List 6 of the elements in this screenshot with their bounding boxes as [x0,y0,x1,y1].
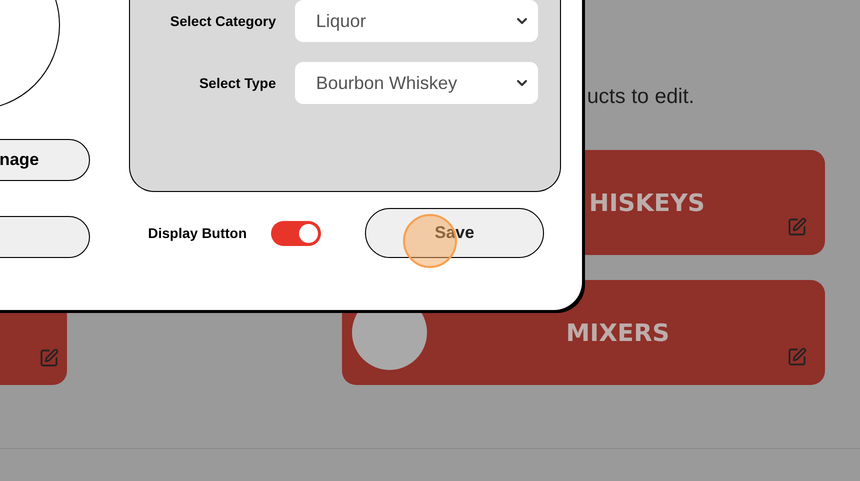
toggle-label: Display Button [148,224,248,243]
category-title: MIXERS [566,318,670,348]
field-label: Select Type [198,74,276,93]
category-title: HISKEYS [589,188,705,218]
field-label: Select Category [169,12,276,31]
instruction-text: ucts to edit. [587,84,696,110]
